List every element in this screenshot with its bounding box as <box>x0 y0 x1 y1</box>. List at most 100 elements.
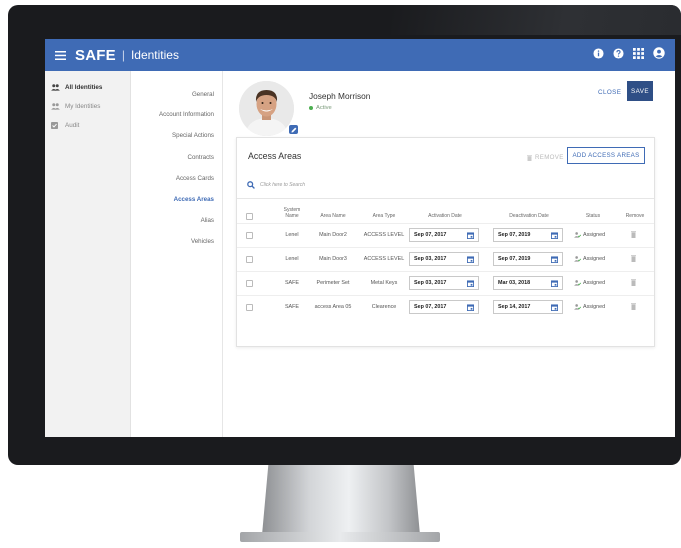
app-bar-actions <box>593 46 675 64</box>
tab-access-areas[interactable]: Access Areas <box>174 196 214 203</box>
cell-area-name: Main Door3 <box>319 256 347 262</box>
col-remove: Remove <box>625 213 645 219</box>
edit-avatar-icon[interactable] <box>289 125 298 134</box>
assigned-user-icon <box>574 256 581 262</box>
cell-area-type: ACCESS LEVEL <box>363 232 405 238</box>
table-row[interactable]: Lenel Main Door2 ACCESS LEVEL Sep 07, 20… <box>237 223 654 247</box>
app-screen: SAFE | Identities All Identities My Iden… <box>45 39 675 437</box>
users-icon <box>51 103 65 110</box>
activation-date-field[interactable]: Sep 07, 2017 <box>409 300 479 314</box>
apps-grid-icon[interactable] <box>633 46 644 64</box>
activation-date-value: Sep 07, 2017 <box>414 304 447 310</box>
row-checkbox[interactable] <box>246 256 253 263</box>
deactivation-date-value: Mar 03, 2018 <box>498 280 531 286</box>
trash-icon[interactable] <box>631 279 636 286</box>
monitor-frame: SAFE | Identities All Identities My Iden… <box>8 5 681 465</box>
trash-icon <box>527 154 532 161</box>
deactivation-date-field[interactable]: Sep 07, 2019 <box>493 252 563 266</box>
nav-item-audit[interactable]: Audit <box>45 116 130 135</box>
calendar-icon[interactable] <box>467 256 474 263</box>
col-status: Status <box>585 213 601 219</box>
calendar-icon[interactable] <box>467 232 474 239</box>
calendar-icon[interactable] <box>467 280 474 287</box>
add-access-areas-button[interactable]: ADD ACCESS AREAS <box>567 147 645 164</box>
table-row[interactable]: SAFE access Area 05 Clearence Sep 07, 20… <box>237 295 654 319</box>
tab-alias[interactable]: Alias <box>201 217 214 224</box>
deactivation-date-value: Sep 14, 2017 <box>498 304 531 310</box>
activation-date-value: Sep 03, 2017 <box>414 256 447 262</box>
search-bar[interactable]: Click here to Search <box>247 181 305 189</box>
monitor-gloss <box>391 5 681 35</box>
tab-special-actions[interactable]: Special Actions <box>172 132 214 139</box>
deactivation-date-field[interactable]: Sep 07, 2019 <box>493 228 563 242</box>
status-text: Assigned <box>583 256 606 262</box>
active-dot-icon <box>309 106 313 110</box>
cell-area-name: access Area 05 <box>314 304 352 310</box>
table-row[interactable]: SAFE Perimeter Set Metal Keys Sep 03, 20… <box>237 271 654 295</box>
trash-icon[interactable] <box>631 303 636 310</box>
users-icon <box>51 84 65 91</box>
help-icon[interactable] <box>613 46 624 64</box>
account-icon[interactable] <box>653 46 665 64</box>
identity-name: Joseph Morrison <box>309 91 371 101</box>
close-button[interactable]: CLOSE <box>598 89 621 96</box>
status-assigned: Assigned <box>574 232 605 238</box>
search-input[interactable]: Click here to Search <box>260 182 305 188</box>
col-area-name: Area Name <box>320 213 346 219</box>
remove-button[interactable]: REMOVE <box>527 154 564 161</box>
cell-area-type: ACCESS LEVEL <box>363 256 405 262</box>
activation-date-field[interactable]: Sep 03, 2017 <box>409 276 479 290</box>
calendar-icon[interactable] <box>551 304 558 311</box>
avatar[interactable] <box>239 81 294 136</box>
table-header: System Name Area Name Area Type Activati… <box>237 205 654 223</box>
tab-vehicles[interactable]: Vehicles <box>191 238 214 245</box>
row-checkbox[interactable] <box>246 280 253 287</box>
info-icon[interactable] <box>593 46 604 64</box>
card-title: Access Areas <box>248 151 302 161</box>
calendar-icon[interactable] <box>551 280 558 287</box>
nav-item-label: My Identities <box>65 103 101 110</box>
left-navigation: All Identities My Identities Audit <box>45 71 131 437</box>
cell-area-name: Perimeter Set <box>316 280 350 286</box>
hamburger-menu-icon[interactable] <box>45 50 75 60</box>
calendar-icon[interactable] <box>551 232 558 239</box>
brand-logo: SAFE <box>75 46 116 64</box>
cell-system: Lenel <box>285 256 299 262</box>
search-icon <box>247 181 255 189</box>
cell-area-type: Clearence <box>371 304 397 310</box>
deactivation-date-field[interactable]: Sep 14, 2017 <box>493 300 563 314</box>
save-button[interactable]: SAVE <box>627 81 653 101</box>
tab-account-information[interactable]: Account Information <box>159 111 214 118</box>
table-row[interactable]: Lenel Main Door3 ACCESS LEVEL Sep 03, 20… <box>237 247 654 271</box>
tab-general[interactable]: General <box>192 91 214 98</box>
deactivation-date-field[interactable]: Mar 03, 2018 <box>493 276 563 290</box>
status-assigned: Assigned <box>574 256 605 262</box>
access-areas-card: Access Areas REMOVE ADD ACCESS AREAS Cli… <box>236 137 655 347</box>
trash-icon[interactable] <box>631 231 636 238</box>
tab-contracts[interactable]: Contracts <box>188 154 214 161</box>
calendar-icon[interactable] <box>551 256 558 263</box>
status-badge: Active <box>309 105 332 111</box>
select-all-checkbox[interactable] <box>246 213 253 220</box>
monitor-stand-neck <box>262 465 420 535</box>
assigned-user-icon <box>574 280 581 286</box>
calendar-icon[interactable] <box>467 304 474 311</box>
brand-separator: | <box>121 48 125 62</box>
activation-date-field[interactable]: Sep 03, 2017 <box>409 252 479 266</box>
row-checkbox[interactable] <box>246 304 253 311</box>
section-title: Identities <box>130 48 179 62</box>
row-checkbox[interactable] <box>246 232 253 239</box>
nav-item-all-identities[interactable]: All Identities <box>45 78 130 97</box>
cell-area-name: Main Door2 <box>319 232 347 238</box>
deactivation-date-value: Sep 07, 2019 <box>498 232 531 238</box>
tab-access-cards[interactable]: Access Cards <box>176 175 214 182</box>
nav-item-my-identities[interactable]: My Identities <box>45 97 130 116</box>
col-system-line2: Name <box>285 213 299 219</box>
col-area-type: Area Type <box>372 213 396 219</box>
checkbox-icon <box>51 122 65 129</box>
app-bar: SAFE | Identities <box>45 39 675 71</box>
deactivation-date-value: Sep 07, 2019 <box>498 256 531 262</box>
activation-date-field[interactable]: Sep 07, 2017 <box>409 228 479 242</box>
trash-icon[interactable] <box>631 255 636 262</box>
cell-system: SAFE <box>284 304 300 310</box>
